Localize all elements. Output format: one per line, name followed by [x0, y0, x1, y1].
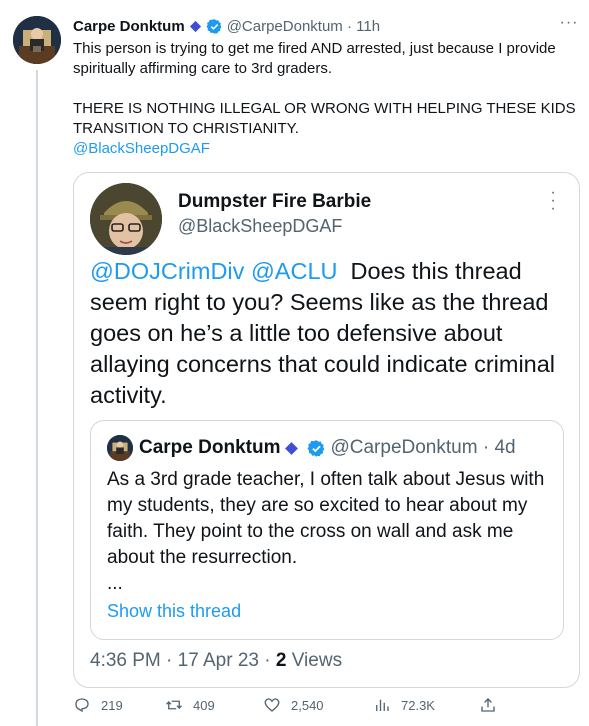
share-button[interactable]	[479, 693, 507, 717]
like-count: 2,540	[291, 697, 324, 713]
affiliate-diamond-icon	[285, 441, 299, 455]
quoted-author-avatar[interactable]	[90, 183, 162, 255]
tweet-header: Carpe Donktum @CarpeDonktum · 11h	[73, 15, 583, 37]
inner-author-name: Carpe Donktum	[139, 437, 281, 458]
action-bar: 219 409 2,540 72.3K	[73, 693, 503, 717]
thread-line	[36, 70, 38, 726]
views-button[interactable]: 72.3K	[373, 693, 435, 717]
views-stat-count: 72.3K	[401, 697, 435, 713]
share-icon	[481, 698, 495, 712]
tweet-text-line1: This person is trying to get me fired AN…	[73, 40, 556, 77]
quoted-tweet-card[interactable]: Dumpster Fire Barbie @BlackSheepDGAF · · ·…	[73, 172, 580, 688]
vertical-more-icon[interactable]: · · ·	[544, 185, 562, 217]
views-count: 2	[275, 650, 287, 671]
quoted-tweet-meta: 4:36 PM · 17 Apr 23 · 2 Views	[90, 650, 342, 672]
quoted-author-name[interactable]: Dumpster Fire Barbie	[178, 191, 371, 213]
tweet-text: This person is trying to get me fired AN…	[73, 39, 578, 159]
quoted-tweet-text: @DOJCrimDiv @ACLU Does this thread seem …	[90, 256, 568, 411]
reply-button[interactable]: 219	[73, 693, 123, 717]
mention-dojcrimdiv[interactable]: @DOJCrimDiv	[90, 258, 244, 284]
inner-tweet-header: Carpe Donktum @CarpeDonktum · 4d	[107, 435, 516, 461]
retweet-button[interactable]: 409	[165, 693, 215, 717]
quoted-author-handle[interactable]: @BlackSheepDGAF	[178, 216, 342, 237]
inner-tweet-ellipsis: ...	[107, 573, 123, 594]
like-button[interactable]: 2,540	[263, 693, 324, 717]
verified-badge-icon	[308, 439, 325, 457]
reply-count: 219	[101, 697, 123, 713]
inner-author-avatar[interactable]	[107, 435, 133, 461]
show-thread-link[interactable]: Show this thread	[107, 601, 241, 622]
author-name[interactable]: Carpe Donktum	[73, 18, 185, 35]
tweet-time[interactable]: 11h	[356, 18, 380, 35]
views-icon	[376, 699, 389, 711]
retweet-icon	[166, 700, 182, 710]
more-icon[interactable]: ···	[556, 14, 582, 38]
verified-badge-icon	[206, 18, 222, 34]
author-avatar[interactable]	[13, 16, 61, 64]
author-handle[interactable]: @CarpeDonktum	[227, 18, 343, 35]
separator-dot: ·	[342, 17, 357, 35]
inner-tweet-text: As a 3rd grade teacher, I often talk abo…	[107, 469, 545, 568]
separator-dot: ·	[477, 437, 495, 458]
reply-icon	[75, 698, 89, 713]
inner-author-handle: @CarpeDonktum	[330, 437, 478, 458]
affiliate-diamond-icon	[189, 20, 201, 32]
like-icon	[264, 698, 280, 712]
inner-tweet-time: 4d	[494, 437, 516, 458]
tweet-text-line2: THERE IS NOTHING ILLEGAL OR WRONG WITH H…	[73, 100, 576, 137]
tweet-mention[interactable]: @BlackSheepDGAF	[73, 140, 210, 157]
views-label: Views	[286, 650, 343, 671]
inner-quoted-tweet[interactable]: Carpe Donktum @CarpeDonktum · 4d As a 3r…	[90, 420, 564, 640]
retweet-count: 409	[193, 697, 215, 713]
quoted-tweet-timestamp[interactable]: 4:36 PM · 17 Apr 23 ·	[90, 650, 276, 671]
mention-aclu[interactable]: @ACLU	[251, 258, 338, 284]
tweet[interactable]: Carpe Donktum @CarpeDonktum · 11h ··· Th…	[0, 0, 589, 726]
